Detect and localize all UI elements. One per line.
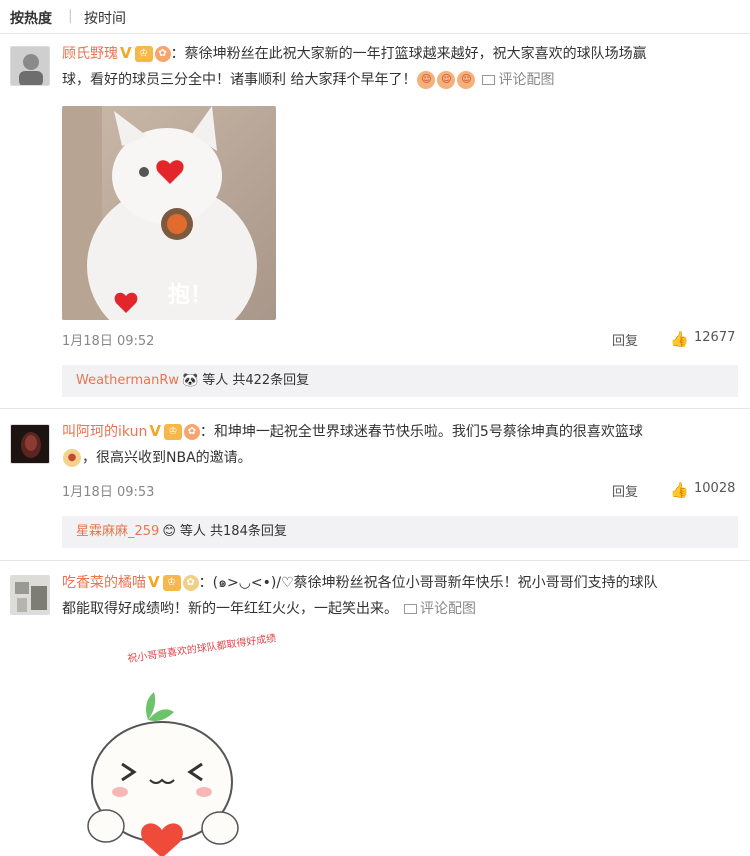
comment-meta: 1月18日 09:53 回复 👍 10028 bbox=[62, 481, 742, 501]
sort-bar: 按热度 | 按时间 bbox=[0, 0, 750, 34]
like-count[interactable]: 12677 bbox=[694, 330, 735, 345]
image-icon bbox=[482, 75, 496, 85]
comment-username[interactable]: 叫阿珂的ikun bbox=[62, 424, 147, 440]
divider bbox=[0, 560, 750, 561]
member-icon: ♔ bbox=[163, 424, 182, 440]
fan-badge-icon: ✿ bbox=[154, 46, 171, 62]
replies-summary[interactable]: WeathermanRw 🐼 等人 共422条回复 bbox=[62, 365, 738, 397]
sort-by-hot-tab[interactable]: 按热度 bbox=[10, 8, 52, 28]
emoji-icon: ☺ bbox=[437, 71, 456, 89]
comment-image-link[interactable]: 评论配图 bbox=[482, 72, 554, 88]
member-icon: ♔ bbox=[162, 575, 181, 591]
sort-separator: | bbox=[68, 8, 73, 24]
like-count[interactable]: 10028 bbox=[694, 481, 735, 496]
fan-badge-icon: ✿ bbox=[183, 424, 200, 440]
avatar[interactable] bbox=[10, 575, 50, 615]
smile-icon: 😊 bbox=[162, 524, 176, 539]
reply-button[interactable]: 回复 bbox=[612, 481, 638, 500]
comment-body: 叫阿珂的ikun V ♔ ✿ ：和坤坤一起祝全世界球迷春节快乐啦。我们5号蔡徐坤真的很喜… bbox=[62, 418, 742, 471]
divider bbox=[0, 408, 750, 409]
reply-button[interactable]: 回复 bbox=[612, 330, 638, 349]
comment-image-link-label: 评论配图 bbox=[420, 601, 476, 617]
thumbs-up-icon[interactable]: 👍 bbox=[670, 481, 689, 499]
verified-icon: V bbox=[149, 422, 161, 440]
member-icon: ♔ bbox=[134, 46, 153, 62]
avatar[interactable] bbox=[10, 424, 50, 464]
comment-image[interactable]: 祝小哥哥喜欢的球队都取得好成绩 bbox=[62, 632, 276, 856]
comment-text: ，很高兴收到NBA的邀请。 bbox=[82, 450, 252, 466]
comment-text: ：(๑>◡<•)/♡蔡徐坤粉丝祝各位小哥哥新年快乐！祝小哥哥们支持的球队 bbox=[198, 575, 658, 591]
verified-icon: V bbox=[148, 573, 160, 591]
comment-meta: 1月18日 09:52 回复 👍 12677 bbox=[62, 330, 742, 350]
comment-username[interactable]: 顾氏野瑰 bbox=[62, 46, 118, 62]
comment-text: 都能取得好成绩哟！新的一年红红火火，一起笑出来。 bbox=[62, 601, 398, 617]
thumbs-up-icon[interactable]: 👍 bbox=[670, 330, 689, 348]
comment-body: 吃香菜的橘喵 V ♔ ✿ ：(๑>◡<•)/♡蔡徐坤粉丝祝各位小哥哥新年快乐！祝小哥哥们… bbox=[62, 569, 742, 622]
panda-icon: 🐼 bbox=[182, 373, 199, 388]
comment-date: 1月18日 09:52 bbox=[62, 334, 155, 349]
comment-text: ：和坤坤一起祝全世界球迷春节快乐啦。我们5号蔡徐坤真的很喜欢篮球 bbox=[199, 424, 643, 440]
replies-summary[interactable]: 星霖麻麻_259 😊 等人 共184条回复 bbox=[62, 516, 738, 548]
replies-count[interactable]: 等人 共184条回复 bbox=[180, 524, 287, 539]
emoji-icon: ☺ bbox=[417, 71, 436, 89]
image-icon bbox=[404, 604, 417, 614]
fan-badge-icon: ✿ bbox=[182, 575, 199, 591]
comment-text: ：蔡徐坤粉丝在此祝大家新的一年打篮球越来越好，祝大家喜欢的球队场场赢 bbox=[170, 46, 647, 62]
reply-username[interactable]: 星霖麻麻_259 bbox=[76, 524, 159, 539]
verified-icon: V bbox=[120, 44, 132, 62]
basketball-emoji-icon: ● bbox=[63, 449, 81, 467]
replies-count[interactable]: 等人 共422条回复 bbox=[202, 373, 309, 388]
sort-by-time-tab[interactable]: 按时间 bbox=[84, 8, 126, 28]
comment-body: 顾氏野瑰 V ♔ ✿ ：蔡徐坤粉丝在此祝大家新的一年打篮球越来越好，祝大家喜欢的球队场场… bbox=[62, 40, 742, 93]
comment-image-link-label: 评论配图 bbox=[498, 72, 555, 88]
avatar[interactable] bbox=[10, 46, 50, 86]
comment-date: 1月18日 09:53 bbox=[62, 485, 155, 500]
comment-image[interactable]: 抱！ bbox=[62, 106, 276, 320]
reply-username[interactable]: WeathermanRw bbox=[76, 373, 179, 388]
comment-image-caption: 抱！ bbox=[168, 282, 212, 308]
comment-image-link[interactable]: 评论配图 bbox=[404, 601, 476, 617]
emoji-icon: ☺ bbox=[457, 71, 476, 89]
comment-username[interactable]: 吃香菜的橘喵 bbox=[62, 575, 146, 591]
comment-text: 球，看好的球员三分全中！诸事顺利 给大家拜个早年了！ bbox=[62, 72, 417, 88]
